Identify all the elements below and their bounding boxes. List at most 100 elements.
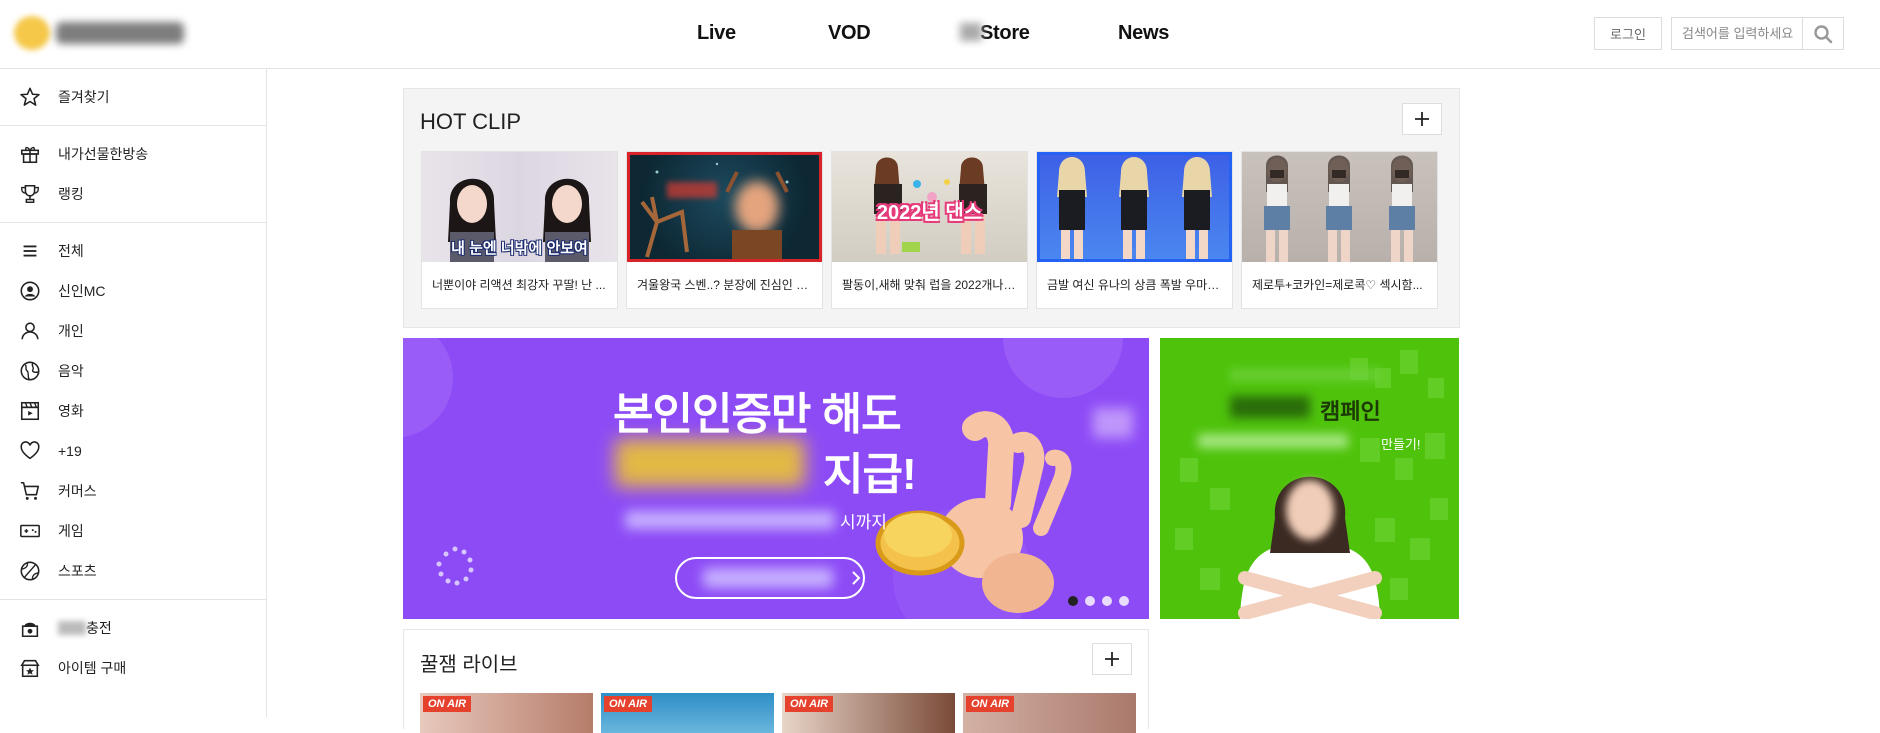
top-header: Live VOD Store News 로그인 (0, 0, 1880, 69)
menu-icon (18, 239, 42, 263)
plus-icon (1105, 652, 1119, 666)
sidebar-item-adult[interactable]: +19 (0, 431, 266, 471)
clip-card[interactable]: 겨울왕국 스벤..? 분장에 진심인 친... (626, 151, 823, 309)
sidebar-item-favorites[interactable]: 즐겨찾기 (0, 77, 266, 117)
live-card[interactable]: ON AIR (601, 693, 774, 733)
clip-caption[interactable]: 제로투+코카인=제로콕♡ 섹시함... (1242, 262, 1437, 308)
sidebar-item-game[interactable]: 게임 (0, 511, 266, 551)
clip-thumbnail[interactable]: 내 눈엔 너밖에 안보여 (422, 152, 617, 262)
hot-clip-section: HOT CLIP 내 눈엔 너밖에 안보여 너뿐이야 리액션 최강자 꾸딸! 난… (403, 88, 1460, 328)
live-list: ON AIR ON AIR ON AIR ON AIR (420, 693, 1136, 733)
on-air-badge: ON AIR (785, 696, 834, 712)
nav-news[interactable]: News (1118, 22, 1169, 45)
side-banner-subtitle: 만들기! (1381, 437, 1421, 452)
sidebar-item-commerce[interactable]: 커머스 (0, 471, 266, 511)
banner-headline-suffix: 지급! (823, 450, 917, 499)
sidebar: 즐겨찾기 내가선물한방송 랭킹 전체 신인MC 개인 음악 영화 +19 커머스… (0, 69, 267, 717)
clip-card[interactable]: 내 눈엔 너밖에 안보여 너뿐이야 리액션 최강자 꾸딸! 난 ... (421, 151, 618, 309)
sidebar-item-label: 랭킹 (58, 186, 84, 202)
sidebar-item-music[interactable]: 음악 (0, 351, 266, 391)
clip-thumbnail[interactable] (1037, 152, 1232, 262)
star-icon (18, 85, 42, 109)
side-banner-title: 캠페인 (1320, 399, 1381, 424)
clip-caption[interactable]: 팔동이,새해 맞춰 럽을 2022개나?!?? (832, 262, 1027, 308)
sidebar-group-shop: 충전 아이템 구매 (0, 600, 266, 696)
user-icon (18, 319, 42, 343)
sidebar-item-label: 내가선물한방송 (58, 146, 149, 162)
clip-caption[interactable]: 금발 여신 유나의 상큼 폭발 우마우... (1037, 262, 1232, 308)
hot-clip-more-button[interactable] (1402, 103, 1442, 135)
hot-clip-title: HOT CLIP (420, 109, 522, 134)
nav-store[interactable]: Store (960, 22, 1030, 45)
clip-thumbnail[interactable]: 2022년 댄스 (832, 152, 1027, 262)
gift-icon (18, 142, 42, 166)
sidebar-group-favorites: 즐겨찾기 (0, 69, 266, 126)
sidebar-item-label: 음악 (58, 363, 84, 379)
sidebar-item-movie[interactable]: 영화 (0, 391, 266, 431)
search-icon (1814, 24, 1833, 43)
blurred-word (58, 621, 86, 635)
promo-banner-main[interactable]: 본인인증만 해도 지급! 시까지 (403, 338, 1149, 619)
clip-card[interactable]: 금발 여신 유나의 상큼 폭발 우마우... (1036, 151, 1233, 309)
new-user-icon (18, 279, 42, 303)
trophy-icon (18, 182, 42, 206)
sidebar-item-gifted[interactable]: 내가선물한방송 (0, 134, 266, 174)
nav-store-label: Store (980, 22, 1030, 44)
sidebar-item-label: 즐겨찾기 (58, 89, 110, 105)
search-input[interactable] (1672, 18, 1802, 49)
login-button[interactable]: 로그인 (1594, 17, 1662, 50)
item-icon (18, 656, 42, 680)
clip-thumbnail[interactable] (627, 152, 822, 262)
search-button[interactable] (1802, 18, 1843, 49)
sidebar-item-label: 아이템 구매 (58, 660, 127, 676)
clip-card[interactable]: 2022년 댄스 팔동이,새해 맞춰 럽을 2022개나?!?? (831, 151, 1028, 309)
banner-date-suffix: 시까지 (840, 513, 887, 532)
cart-icon (18, 479, 42, 503)
sidebar-group-categories: 전체 신인MC 개인 음악 영화 +19 커머스 게임 스포츠 (0, 223, 266, 600)
charge-label-text: 충전 (86, 620, 112, 636)
sidebar-item-label: 개인 (58, 323, 84, 339)
clip-caption[interactable]: 겨울왕국 스벤..? 분장에 진심인 친... (627, 262, 822, 308)
sidebar-item-charge[interactable]: 충전 (0, 608, 266, 648)
sidebar-item-label: 스포츠 (58, 563, 97, 579)
hot-clip-list: 내 눈엔 너밖에 안보여 너뿐이야 리액션 최강자 꾸딸! 난 ... 겨울왕국… (421, 151, 1438, 309)
promo-banner-side[interactable]: 캠페인 만들기! (1160, 338, 1459, 619)
banner-headline: 본인인증만 해도 (613, 390, 902, 439)
sidebar-item-label: +19 (58, 443, 82, 459)
search-box (1671, 17, 1844, 50)
sidebar-item-personal[interactable]: 개인 (0, 311, 266, 351)
plus-icon (1415, 112, 1429, 126)
sidebar-item-label: 게임 (58, 523, 84, 539)
sidebar-item-label: 전체 (58, 243, 84, 259)
clip-thumbnail[interactable] (1242, 152, 1437, 262)
live-card[interactable]: ON AIR (963, 693, 1136, 733)
charge-icon (18, 616, 42, 640)
clip-overlay-text: 내 눈엔 너밖에 안보여 (451, 240, 588, 257)
live-card[interactable]: ON AIR (782, 693, 955, 733)
sidebar-item-label: 커머스 (58, 483, 97, 499)
clip-card[interactable]: 제로투+코카인=제로콕♡ 섹시함... (1241, 151, 1438, 309)
clapperboard-icon (18, 399, 42, 423)
sidebar-item-label: 영화 (58, 403, 84, 419)
live-more-button[interactable] (1092, 643, 1132, 675)
clip-caption[interactable]: 너뿐이야 리액션 최강자 꾸딸! 난 ... (422, 262, 617, 308)
sidebar-item-label: 신인MC (58, 283, 106, 299)
heart-icon (18, 439, 42, 463)
sidebar-item-label: 충전 (58, 618, 112, 638)
sidebar-item-buy-items[interactable]: 아이템 구매 (0, 648, 266, 688)
nav-live[interactable]: Live (697, 22, 736, 45)
clip-overlay-text: 2022년 댄스 (876, 202, 983, 224)
on-air-badge: ON AIR (604, 696, 653, 712)
nav-vod[interactable]: VOD (828, 22, 871, 45)
on-air-badge: ON AIR (423, 696, 472, 712)
sidebar-item-new-mc[interactable]: 신인MC (0, 271, 266, 311)
music-globe-icon (18, 359, 42, 383)
ball-icon (18, 559, 42, 583)
sidebar-item-sports[interactable]: 스포츠 (0, 551, 266, 591)
on-air-badge: ON AIR (966, 696, 1015, 712)
live-card[interactable]: ON AIR (420, 693, 593, 733)
sidebar-item-all[interactable]: 전체 (0, 231, 266, 271)
blurred-prefix (960, 23, 982, 41)
live-section-title: 꿀잼 라이브 (420, 654, 518, 676)
sidebar-item-ranking[interactable]: 랭킹 (0, 174, 266, 214)
